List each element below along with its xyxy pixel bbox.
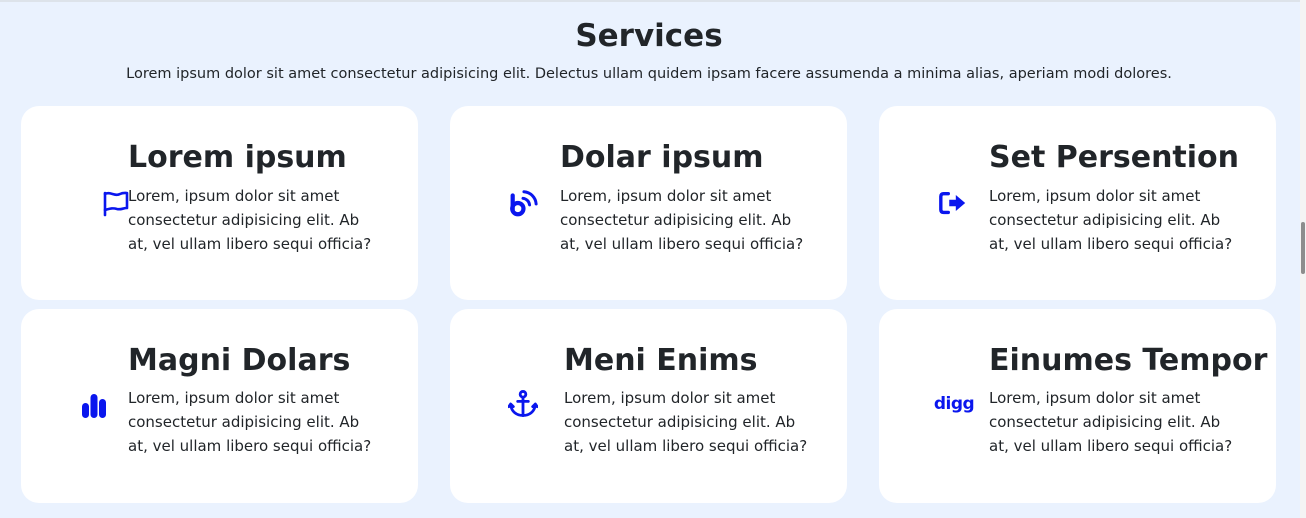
service-card-dolar-ipsum: Dolar ipsum Lorem, ipsum dolor sit amet …: [450, 106, 847, 300]
sign-out-icon: [938, 188, 968, 218]
card-title: Magni Dolars: [128, 343, 351, 378]
section-title: Services: [575, 18, 723, 54]
services-section: Services Lorem ipsum dolor sit amet cons…: [0, 0, 1298, 518]
card-title: Dolar ipsum: [560, 140, 764, 175]
card-text: Lorem, ipsum dolor sit amet consectetur …: [128, 187, 372, 253]
card-title: Set Persention: [989, 140, 1240, 175]
digg-icon-label: digg: [933, 394, 975, 414]
anchor-icon: [508, 389, 538, 419]
card-text: Lorem, ipsum dolor sit amet consectetur …: [989, 187, 1233, 253]
blogger-b-icon: [508, 188, 538, 218]
service-card-meni-enims: Meni Enims Lorem, ipsum dolor sit amet c…: [450, 309, 847, 503]
service-card-set-persention: Set Persention Lorem, ipsum dolor sit am…: [879, 106, 1276, 300]
scrollbar[interactable]: [1300, 0, 1306, 518]
bar-chart-icon: [79, 390, 109, 420]
digg-icon: digg: [933, 389, 975, 419]
service-card-lorem-ipsum: Lorem ipsum Lorem, ipsum dolor sit amet …: [21, 106, 418, 300]
card-text: Lorem, ipsum dolor sit amet consectetur …: [560, 187, 804, 253]
service-card-einumes-tempor: digg Einumes Tempor Lorem, ipsum dolor s…: [879, 309, 1276, 503]
scrollbar-thumb[interactable]: [1301, 222, 1305, 274]
section-subtitle: Lorem ipsum dolor sit amet consectetur a…: [126, 66, 1172, 82]
service-card-magni-dolars: Magni Dolars Lorem, ipsum dolor sit amet…: [21, 309, 418, 503]
card-title: Einumes Tempor: [989, 343, 1268, 378]
card-text: Lorem, ipsum dolor sit amet consectetur …: [989, 389, 1233, 455]
flag-icon: [101, 188, 131, 218]
card-text: Lorem, ipsum dolor sit amet consectetur …: [564, 389, 808, 455]
card-title: Meni Enims: [564, 343, 758, 378]
card-title: Lorem ipsum: [128, 140, 347, 175]
card-text: Lorem, ipsum dolor sit amet consectetur …: [128, 389, 372, 455]
